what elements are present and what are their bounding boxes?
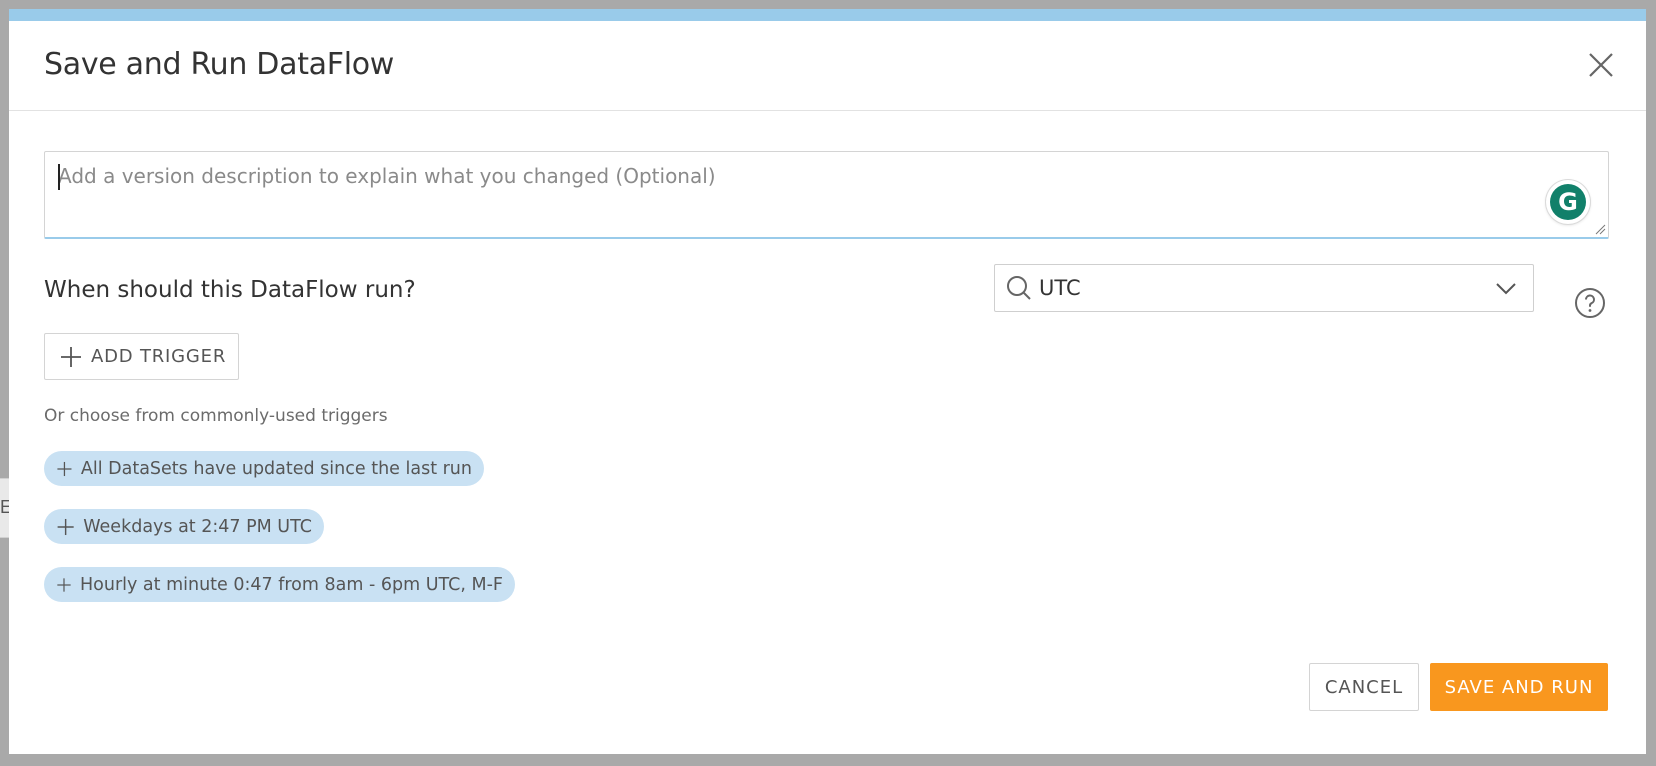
dialog-header: Save and Run DataFlow xyxy=(9,21,1646,111)
dialog-title: Save and Run DataFlow xyxy=(44,47,395,82)
plus-icon xyxy=(57,461,72,476)
suggested-trigger-chip[interactable]: Weekdays at 2:47 PM UTC xyxy=(44,509,324,544)
plus-icon xyxy=(57,577,71,592)
plus-icon xyxy=(57,518,74,535)
grammarly-button[interactable]: G xyxy=(1546,180,1590,224)
plus-icon xyxy=(61,346,81,367)
suggested-trigger-label: Weekdays at 2:47 PM UTC xyxy=(83,516,312,537)
grammarly-icon: G xyxy=(1550,184,1586,220)
close-icon xyxy=(1589,53,1613,77)
timezone-value: UTC xyxy=(1039,276,1081,300)
add-trigger-label: ADD TRIGGER xyxy=(91,346,227,367)
save-and-run-dialog: Save and Run DataFlow G When should this… xyxy=(9,9,1646,754)
version-description-input[interactable] xyxy=(45,152,1608,237)
timezone-select[interactable]: UTC xyxy=(994,264,1534,312)
search-icon xyxy=(1007,276,1031,300)
version-description-box: G xyxy=(44,151,1609,239)
suggested-trigger-label: All DataSets have updated since the last… xyxy=(80,458,472,479)
resize-grip-icon[interactable] xyxy=(1594,223,1606,235)
suggested-trigger-chip[interactable]: Hourly at minute 0:47 from 8am - 6pm UTC… xyxy=(44,567,515,602)
add-trigger-button[interactable]: ADD TRIGGER xyxy=(44,333,239,380)
suggested-trigger-label: Hourly at minute 0:47 from 8am - 6pm UTC… xyxy=(79,574,503,595)
cancel-button[interactable]: CANCEL xyxy=(1309,663,1419,711)
common-triggers-label: Or choose from commonly-used triggers xyxy=(44,406,388,426)
close-button[interactable] xyxy=(1586,50,1616,80)
suggested-trigger-chip[interactable]: All DataSets have updated since the last… xyxy=(44,451,484,486)
chevron-down-icon xyxy=(1496,283,1516,295)
text-caret xyxy=(58,164,60,190)
help-icon[interactable] xyxy=(1574,287,1606,319)
schedule-question: When should this DataFlow run? xyxy=(44,277,416,303)
save-and-run-button[interactable]: SAVE AND RUN xyxy=(1430,663,1608,711)
